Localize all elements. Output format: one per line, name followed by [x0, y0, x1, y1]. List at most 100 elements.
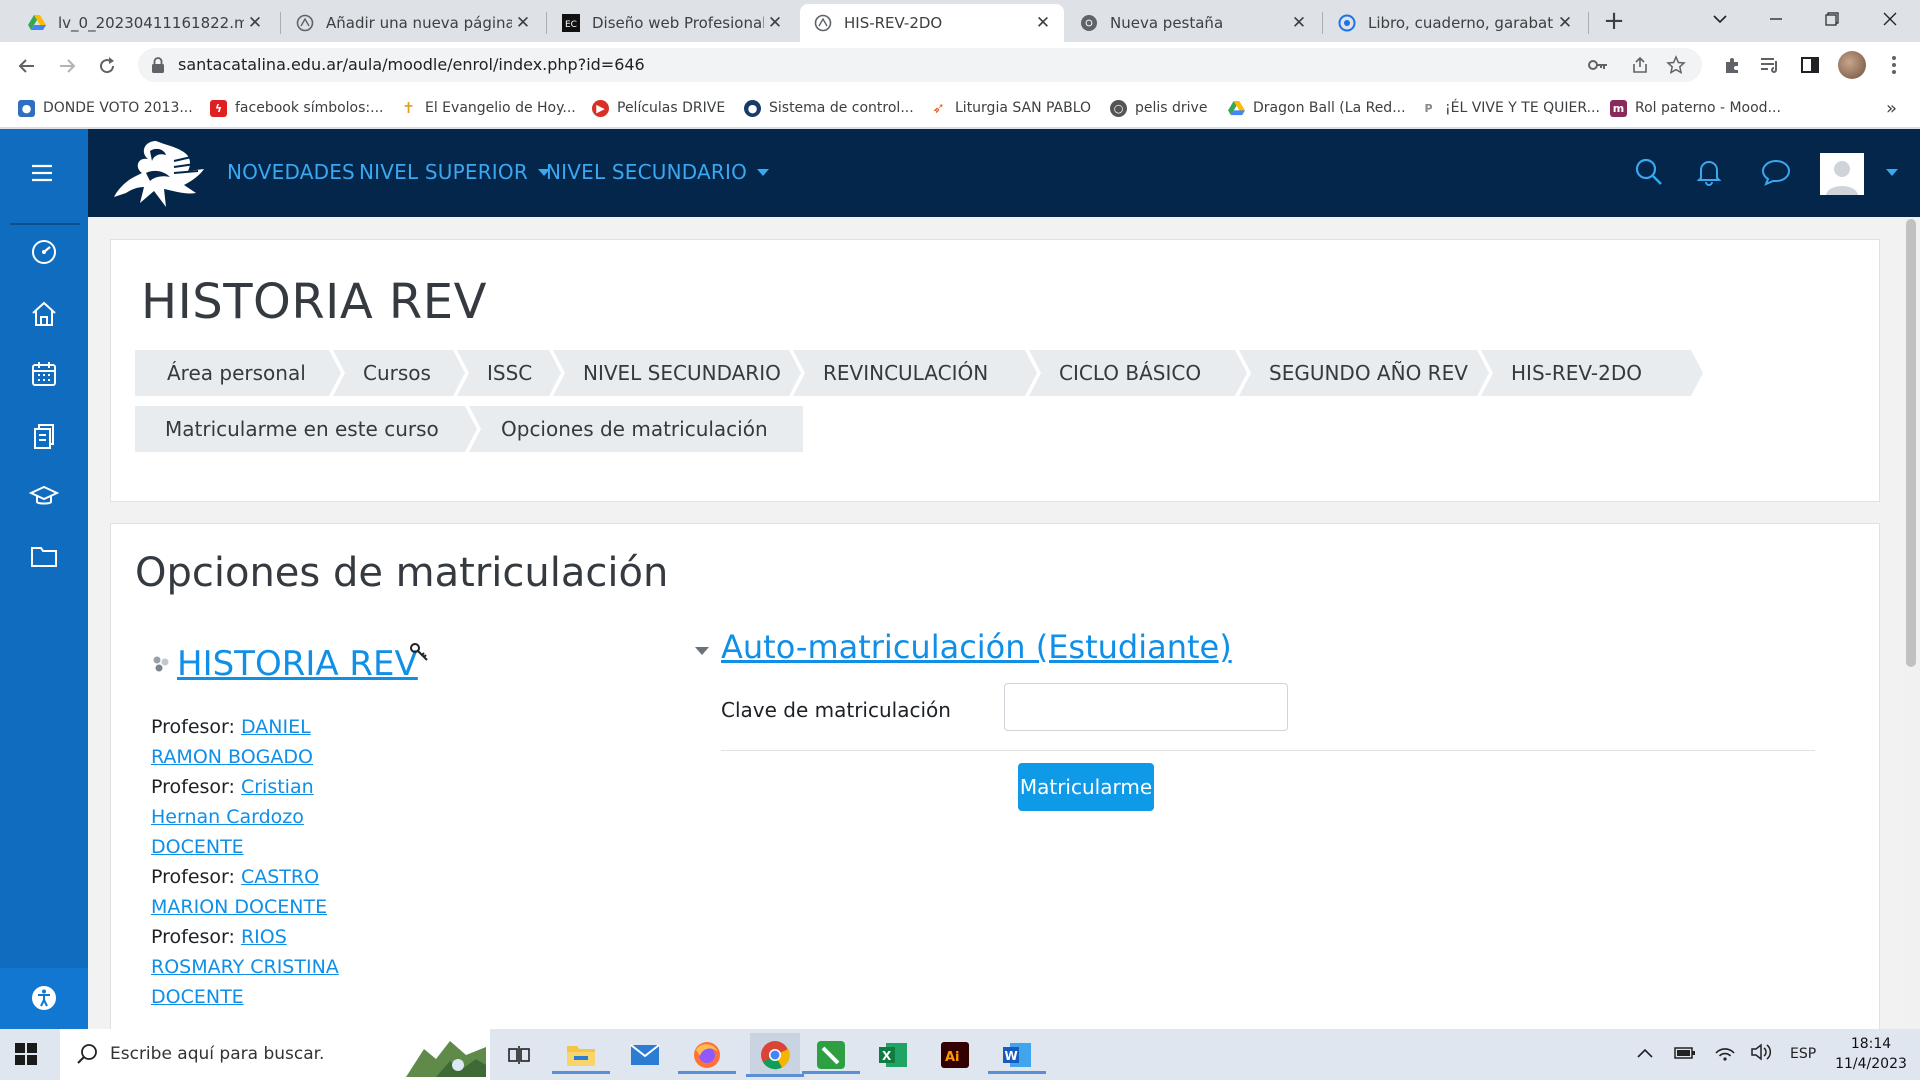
- breadcrumb-item[interactable]: REVINCULACIÓN: [793, 350, 1041, 396]
- teacher-link[interactable]: MARION DOCENTE: [151, 896, 327, 918]
- system-clock[interactable]: 18:14 11/4/2023: [1826, 1034, 1916, 1074]
- site-logo[interactable]: [104, 133, 208, 215]
- tab-close-icon[interactable]: ✕: [244, 13, 266, 33]
- breadcrumb-item[interactable]: NIVEL SECUNDARIO: [553, 350, 805, 396]
- drawer-toggle-button[interactable]: [0, 129, 88, 217]
- bookmark-item[interactable]: ▶ Películas DRIVE: [592, 97, 725, 119]
- lock-icon[interactable]: [150, 56, 168, 74]
- bookmark-item[interactable]: ϟ facebook símbolos:...: [210, 97, 383, 119]
- scrollbar-thumb[interactable]: [1906, 219, 1916, 667]
- tab-close-icon[interactable]: ✕: [764, 13, 786, 33]
- dashboard-icon[interactable]: [29, 237, 59, 267]
- collapse-caret-icon[interactable]: [695, 647, 709, 655]
- calendar-icon[interactable]: [29, 359, 59, 389]
- tab-close-icon[interactable]: ✕: [1554, 13, 1576, 33]
- tab-drive-video[interactable]: lv_0_20230411161822.mp4 ✕: [14, 4, 276, 42]
- star-icon[interactable]: [1664, 54, 1688, 78]
- breadcrumb-item[interactable]: Matricularme en este curso: [135, 406, 481, 452]
- word-icon[interactable]: W: [988, 1036, 1046, 1074]
- forward-icon[interactable]: [52, 51, 82, 81]
- green-app-icon[interactable]: [802, 1036, 860, 1074]
- chrome-taskbar-icon[interactable]: [746, 1033, 804, 1077]
- nav-nivel-superior-dropdown[interactable]: NIVEL SUPERIOR: [359, 160, 550, 184]
- bookmark-item[interactable]: ● DONDE VOTO 2013...: [18, 97, 193, 119]
- breadcrumb-item[interactable]: CICLO BÁSICO: [1029, 350, 1251, 396]
- accessibility-button[interactable]: [0, 968, 88, 1029]
- task-view-icon[interactable]: [500, 1036, 538, 1074]
- course-name-link[interactable]: HISTORIA REV: [177, 644, 418, 684]
- enrol-me-button[interactable]: Matricularme: [1018, 763, 1154, 811]
- messages-icon[interactable]: [1760, 157, 1791, 187]
- battery-icon[interactable]: [1674, 1043, 1696, 1064]
- bookmark-item[interactable]: Dragon Ball (La Red...: [1228, 97, 1406, 119]
- wifi-icon[interactable]: [1714, 1043, 1736, 1065]
- close-window-icon[interactable]: [1862, 0, 1918, 38]
- nav-novedades[interactable]: NOVEDADES: [227, 160, 355, 184]
- breadcrumb-item[interactable]: ISSC: [457, 350, 565, 396]
- reading-list-icon[interactable]: [1756, 52, 1784, 80]
- teacher-link[interactable]: DOCENTE: [151, 836, 244, 858]
- nav-nivel-secundario-dropdown[interactable]: NIVEL SECUNDARIO: [546, 160, 770, 184]
- breadcrumb-item[interactable]: HIS-REV-2DO: [1481, 350, 1707, 396]
- tray-chevron-icon[interactable]: [1636, 1043, 1654, 1063]
- breadcrumb-item[interactable]: SEGUNDO AÑO REV: [1239, 350, 1493, 396]
- address-bar[interactable]: santacatalina.edu.ar/aula/moodle/enrol/i…: [138, 48, 1702, 82]
- new-tab-button[interactable]: +: [1598, 6, 1630, 38]
- menu-icon[interactable]: [1880, 52, 1908, 80]
- teacher-link[interactable]: DOCENTE: [151, 986, 244, 1008]
- tab-new-tab[interactable]: Nueva pestaña ✕: [1066, 4, 1320, 42]
- home-icon[interactable]: [29, 299, 59, 329]
- bell-icon[interactable]: [1694, 157, 1724, 187]
- breadcrumb-item[interactable]: Área personal: [135, 350, 345, 396]
- teacher-link[interactable]: RIOS: [241, 926, 287, 948]
- page-scrollbar[interactable]: [1902, 217, 1920, 1029]
- tab-search-icon[interactable]: [1692, 0, 1748, 38]
- firefox-icon[interactable]: [678, 1036, 736, 1074]
- tab-close-icon[interactable]: ✕: [1032, 13, 1054, 33]
- user-menu-caret-icon[interactable]: [1886, 169, 1898, 176]
- extensions-icon[interactable]: [1718, 52, 1746, 80]
- profile-avatar[interactable]: [1838, 51, 1866, 79]
- bookmark-item[interactable]: ● Sistema de control...: [744, 97, 914, 119]
- teacher-link[interactable]: RAMON BOGADO: [151, 746, 313, 768]
- teacher-link[interactable]: DANIEL: [241, 716, 311, 738]
- teacher-link[interactable]: CASTRO: [241, 866, 319, 888]
- share-icon[interactable]: [1628, 54, 1652, 78]
- reload-icon[interactable]: [92, 51, 122, 81]
- mail-icon[interactable]: [626, 1036, 664, 1074]
- side-panel-icon[interactable]: [1796, 52, 1824, 80]
- excel-icon[interactable]: X: [874, 1036, 912, 1074]
- bookmark-item[interactable]: ➶ Liturgia SAN PABLO: [930, 97, 1091, 119]
- bookmark-item[interactable]: m Rol paterno - Mood...: [1610, 97, 1781, 119]
- language-indicator[interactable]: ESP: [1790, 1046, 1816, 1062]
- folder-icon[interactable]: [29, 541, 59, 571]
- enrol-method-toggle[interactable]: Auto-matriculación (Estudiante): [721, 628, 1232, 666]
- volume-icon[interactable]: [1750, 1043, 1772, 1065]
- back-icon[interactable]: [12, 51, 42, 81]
- bookmark-item[interactable]: P ¡ÉL VIVE Y TE QUIER...: [1420, 97, 1600, 119]
- more-bookmarks-button[interactable]: »: [1886, 97, 1897, 119]
- key-icon[interactable]: [1586, 54, 1610, 78]
- user-avatar[interactable]: [1820, 153, 1864, 195]
- tab-add-page[interactable]: Añadir una nueva página < ✕: [282, 4, 544, 42]
- tab-his-rev-2do[interactable]: HIS-REV-2DO ✕: [800, 4, 1064, 42]
- taskbar-search-box[interactable]: Escribe aquí para buscar.: [60, 1029, 490, 1080]
- teacher-link[interactable]: Hernan Cardozo: [151, 806, 304, 828]
- restore-icon[interactable]: [1804, 0, 1860, 38]
- files-icon[interactable]: [29, 421, 59, 451]
- tab-close-icon[interactable]: ✕: [512, 13, 534, 33]
- minimize-icon[interactable]: [1748, 0, 1804, 38]
- teacher-link[interactable]: ROSMARY CRISTINA: [151, 956, 339, 978]
- breadcrumb-item[interactable]: Cursos: [333, 350, 469, 396]
- search-icon[interactable]: [1634, 157, 1664, 187]
- tab-web-design[interactable]: EC Diseño web Profesional con ✕: [548, 4, 796, 42]
- teacher-link[interactable]: Cristian: [241, 776, 314, 798]
- illustrator-icon[interactable]: Ai: [936, 1036, 974, 1074]
- bookmark-item[interactable]: ✝ El Evangelio de Hoy...: [400, 97, 576, 119]
- file-explorer-icon[interactable]: [552, 1036, 610, 1074]
- tab-pixabay[interactable]: Libro, cuaderno, garabato, l ✕: [1324, 4, 1586, 42]
- enrol-key-input[interactable]: [1004, 683, 1288, 731]
- bookmark-item[interactable]: ○ pelis drive: [1110, 97, 1207, 119]
- windows-start-icon[interactable]: [14, 1042, 38, 1066]
- graduation-cap-icon[interactable]: [28, 481, 60, 511]
